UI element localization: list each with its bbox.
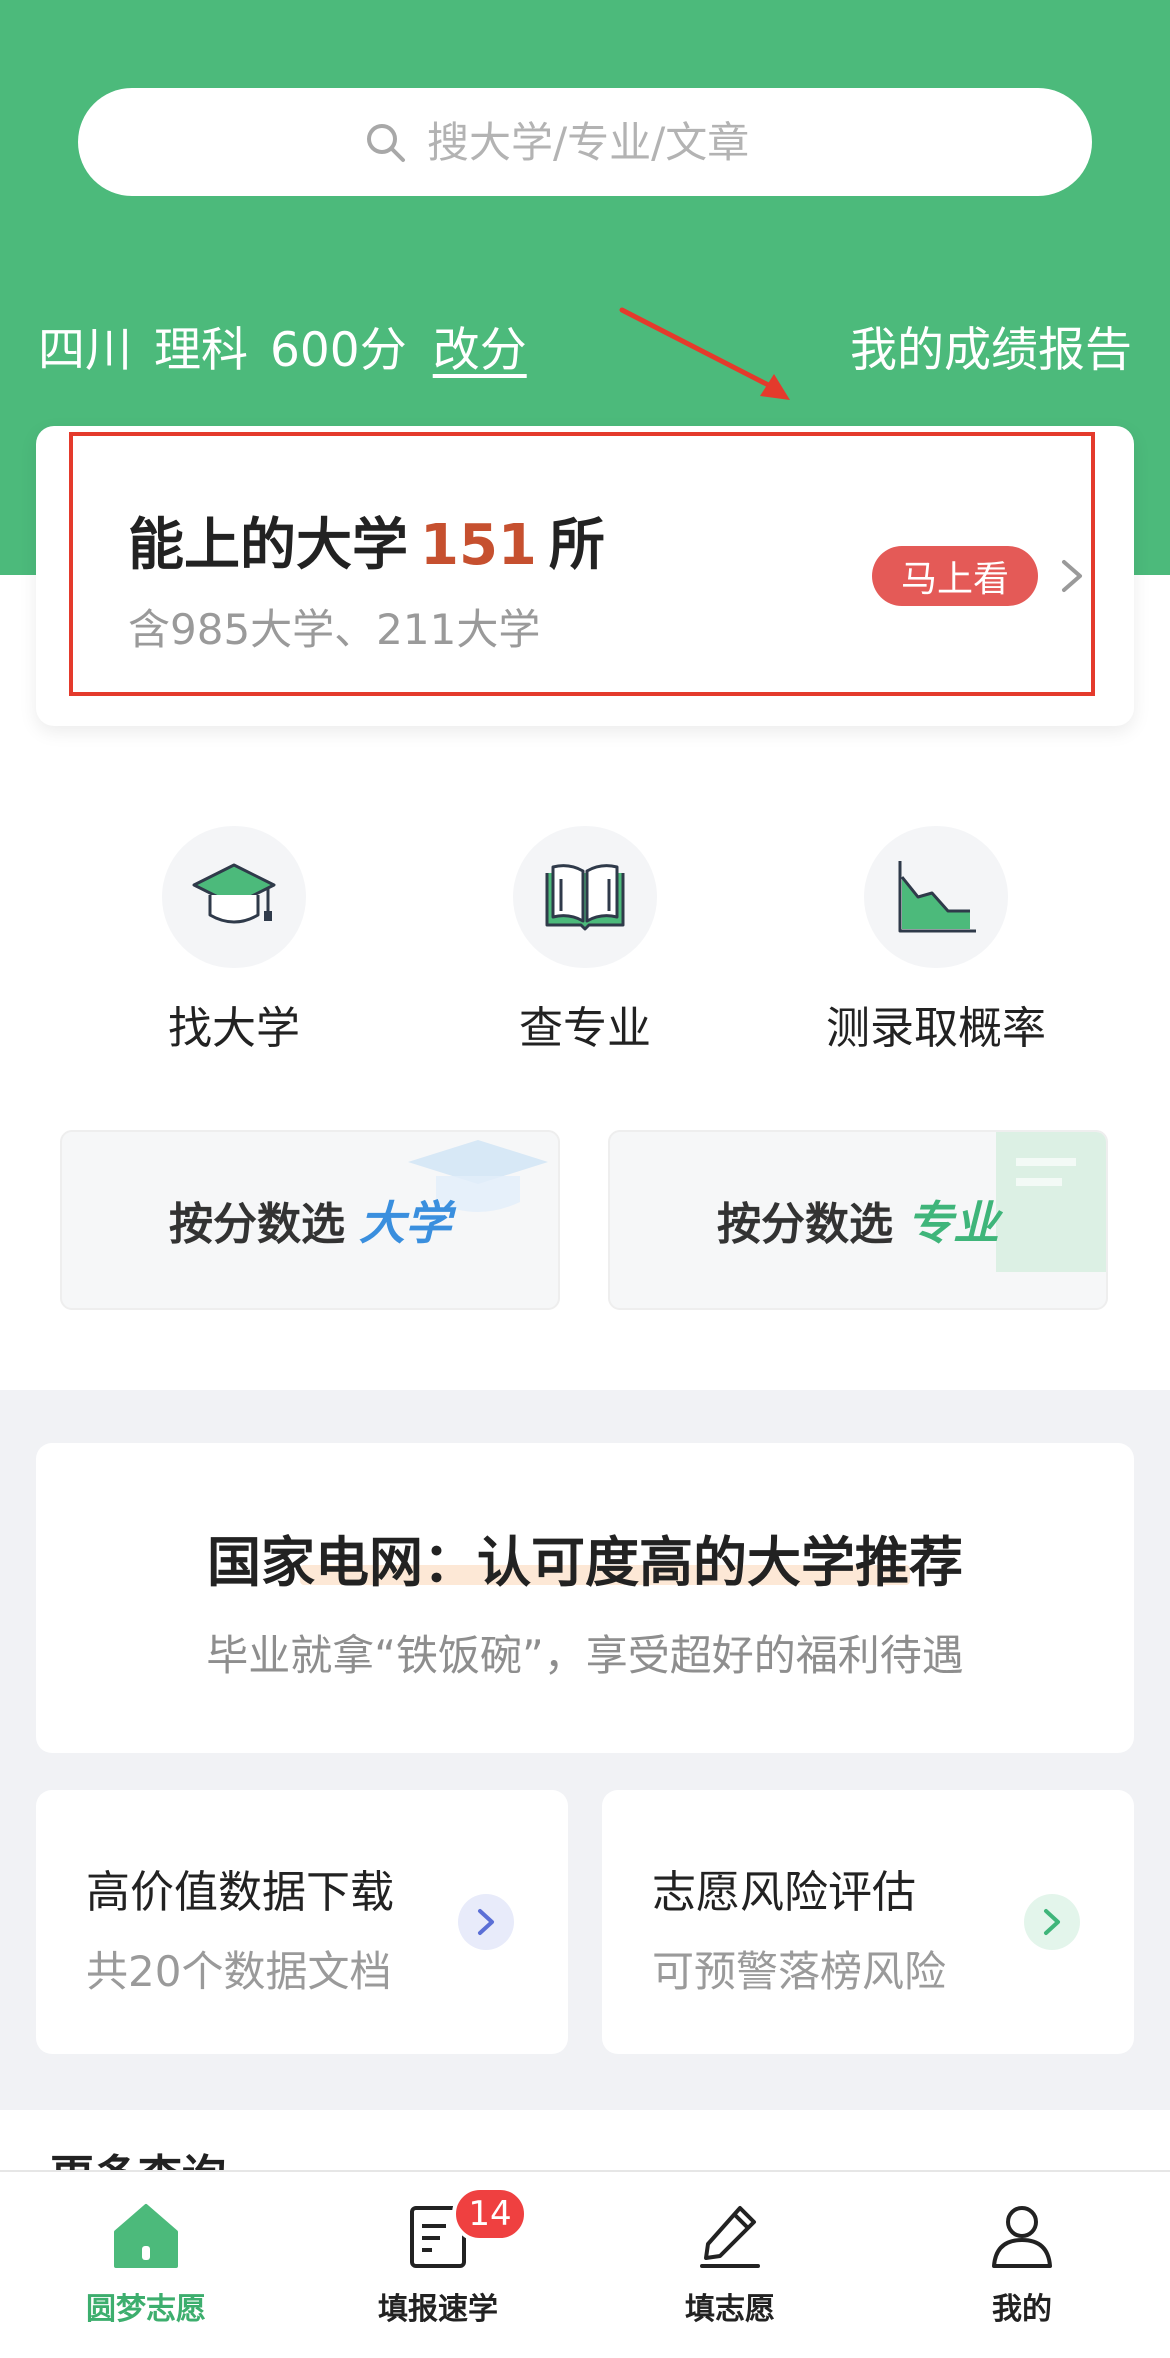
tool-admission-probability[interactable]: 测录取概率 [806, 826, 1066, 1056]
chevron-right-icon [1044, 1909, 1060, 1935]
promo-title: 国家电网：认可度高的大学推荐 [207, 1531, 963, 1594]
info-card-subtitle: 共20个数据文档 [86, 1947, 392, 1996]
open-book-icon [545, 864, 625, 931]
bottom-tab-bar: 圆梦志愿 填报速学 14 填志愿 我的 [0, 2170, 1170, 2358]
info-card-title: 高价值数据下载 [86, 1867, 394, 1918]
tab-home[interactable]: 圆梦志愿 [26, 2192, 266, 2342]
select-university-by-score[interactable]: 按分数选 大学 [60, 1130, 560, 1310]
promo-card[interactable] [36, 1443, 1134, 1753]
tool-label: 测录取概率 [826, 1003, 1046, 1054]
app-page: 四川 理科 600分 改分 我的成绩报告 能上的大学151所 含985大学、21… [0, 0, 1170, 2358]
search-bar[interactable] [78, 88, 1092, 196]
tab-fill-application[interactable]: 填志愿 [610, 2192, 850, 2342]
reachable-universities-subtitle: 含985大学、211大学 [128, 605, 541, 654]
university-count: 151 [420, 513, 537, 578]
tool-find-university[interactable]: 找大学 [104, 826, 364, 1056]
info-card-subtitle: 可预警落榜风险 [652, 1947, 947, 1996]
home-icon [114, 2204, 178, 2268]
filter-label: 按分数选 [169, 1199, 345, 1250]
tab-label: 填志愿 [685, 2292, 775, 2327]
change-score-link[interactable]: 改分 [433, 311, 527, 380]
title-prefix: 能上的大学 [128, 513, 408, 578]
area-chart-icon [898, 861, 976, 933]
tab-quick-learn[interactable]: 填报速学 14 [318, 2186, 558, 2342]
pen-icon [700, 2206, 760, 2268]
tool-label: 查专业 [519, 1003, 651, 1054]
promo-subtitle: 毕业就拿“铁饭碗”，享受超好的福利待遇 [206, 1631, 964, 1680]
tool-icon-background [864, 826, 1008, 968]
chevron-right-icon [478, 1909, 494, 1935]
score-points: 600分 [270, 322, 407, 378]
search-icon [367, 124, 405, 162]
filter-label: 按分数选 [717, 1199, 893, 1250]
filter-accent-major: 专业 [907, 1196, 999, 1250]
notification-badge: 14 [452, 2186, 528, 2242]
tab-label: 圆梦志愿 [86, 2292, 206, 2327]
province-label: 四川 [38, 322, 132, 378]
select-major-by-score[interactable]: 按分数选 专业 [608, 1130, 1108, 1310]
graduation-cap-icon [192, 863, 276, 924]
info-card-title: 志愿风险评估 [652, 1867, 916, 1918]
tab-profile[interactable]: 我的 [902, 2192, 1142, 2342]
tab-label: 我的 [992, 2292, 1052, 2327]
reachable-universities-title: 能上的大学 151 所 [128, 500, 605, 581]
tool-search-major[interactable]: 查专业 [455, 826, 715, 1056]
arrow-button[interactable] [458, 1894, 514, 1950]
tool-label: 找大学 [168, 1003, 300, 1054]
chevron-right-icon [1062, 560, 1082, 592]
score-info: 四川 理科 600分 改分 [38, 310, 549, 380]
tool-icon-background [162, 826, 306, 968]
filter-accent-university: 大学 [359, 1196, 451, 1250]
risk-assessment-card[interactable]: 志愿风险评估 可预警落榜风险 [602, 1790, 1134, 2054]
user-icon [992, 2206, 1052, 2268]
search-input[interactable] [427, 117, 807, 167]
subject-label: 理科 [154, 322, 248, 378]
tab-label: 填报速学 [378, 2292, 498, 2327]
tool-icon-background [513, 826, 657, 968]
annotation-arrow-icon [619, 307, 790, 400]
score-report-link[interactable]: 我的成绩报告 [850, 310, 1132, 380]
title-suffix: 所 [548, 513, 605, 578]
data-download-card[interactable]: 高价值数据下载 共20个数据文档 [36, 1790, 568, 2054]
view-now-button[interactable]: 马上看 [872, 546, 1038, 606]
arrow-button[interactable] [1024, 1894, 1080, 1950]
